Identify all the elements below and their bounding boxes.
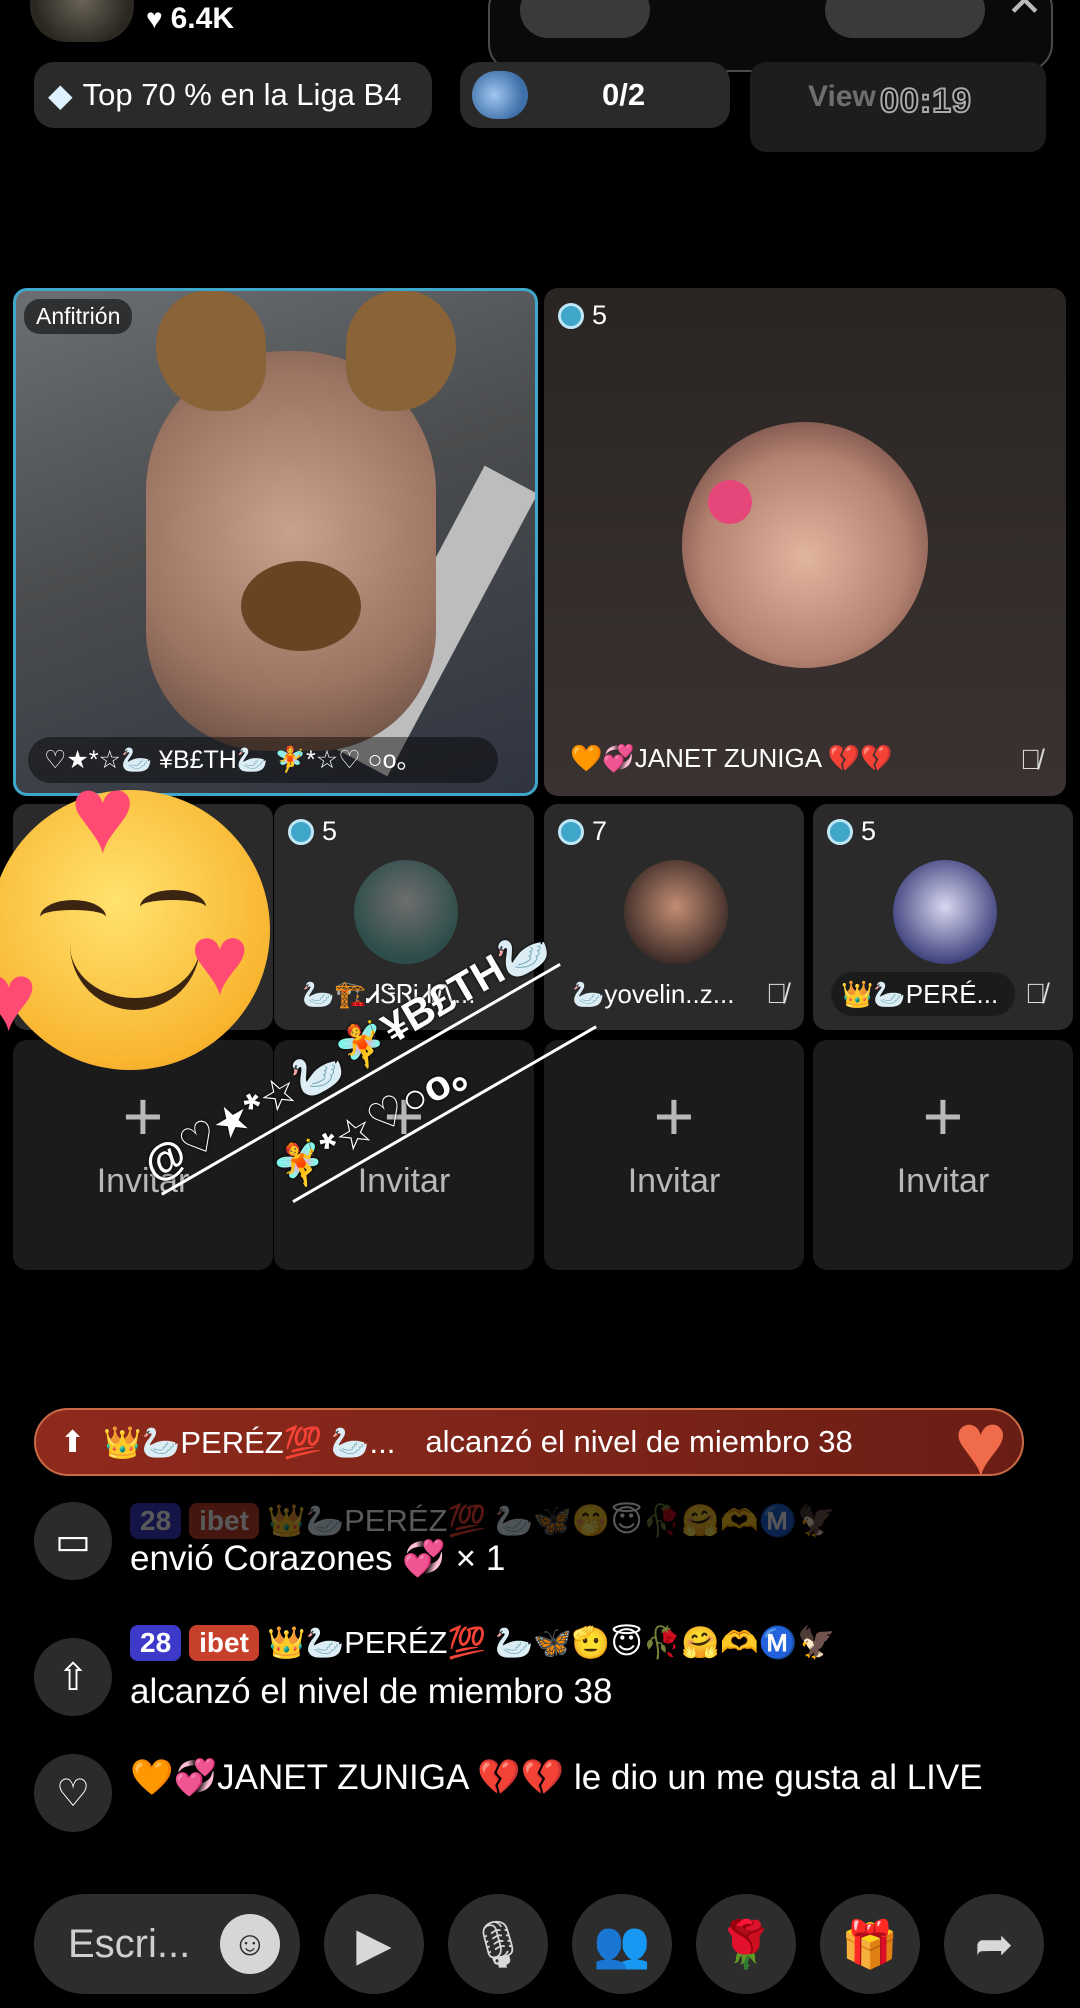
pause-pill-button[interactable]	[825, 0, 985, 38]
diamond-icon: ◆	[48, 77, 73, 113]
gem-icon	[827, 818, 853, 845]
flower-icon	[708, 480, 752, 524]
camera-off-button[interactable]: ▶︎	[324, 1894, 424, 1994]
level-up-arrow-icon: ⇧	[34, 1638, 112, 1716]
mic-off-icon: 🎙	[468, 1917, 528, 1970]
guest-name-label: 🧡💞JANET ZUNIGA 💔💔	[570, 743, 893, 773]
share-button[interactable]: ➦	[944, 1894, 1044, 1994]
league-rank-pill[interactable]: ◆ Top 70 % en la Liga B4	[34, 62, 432, 128]
invite-label: Invitar	[627, 1162, 721, 1200]
invite-slot-4[interactable]: + Invitar	[813, 1040, 1073, 1270]
chat-username[interactable]: 👑🦢PERÉZ💯 🦢🦋🤭😇🥀🤗🫶Ⓜ️🦅	[267, 1502, 836, 1539]
quest-count: 0/2	[602, 77, 646, 112]
edit-pill-button[interactable]	[520, 0, 650, 38]
rose-gift-button[interactable]: 🌹	[696, 1894, 796, 1994]
guest-avatar	[624, 860, 728, 964]
viewers-label: View	[808, 80, 876, 113]
dog-nose	[241, 561, 361, 651]
guest-name-label: 👑🦢PERÉ...	[831, 972, 1015, 1016]
invite-label: Invitar	[896, 1162, 990, 1200]
comment-input[interactable]: Escri... ☺	[34, 1894, 300, 1994]
guest-count-badge: 7	[558, 816, 607, 847]
guest-count: 5	[861, 816, 877, 846]
heart-icon: ♥	[0, 944, 37, 1051]
heart-gem-icon: ♥	[954, 1395, 1008, 1495]
heart-outline-icon: ♡	[34, 1754, 112, 1832]
chat-text: envió Corazones 💞 × 1	[130, 1539, 506, 1578]
guest-avatar	[354, 860, 458, 964]
likes-counter: ♥ 6.4K	[146, 2, 234, 36]
level-badge: 28	[130, 1624, 182, 1661]
gem-icon	[288, 818, 314, 845]
guest-count: 7	[592, 816, 608, 846]
dog-ear-right	[346, 291, 456, 411]
heart-icon: ♥	[146, 3, 163, 34]
host-video-tile[interactable]: Anfitrión ♡★*☆🦢 ¥B£TH🦢 🧚*☆♡ ○o。	[13, 288, 538, 796]
guest-tile-main[interactable]: 5 🧡💞JANET ZUNIGA 💔💔 🎙̸	[544, 288, 1066, 796]
guest-count-badge: 5	[558, 300, 607, 331]
guest-count: 5	[322, 816, 338, 846]
quest-pill[interactable]: 0/2	[460, 62, 730, 128]
comment-placeholder: Escri...	[68, 1921, 191, 1966]
mic-muted-icon: 🎙̸	[766, 978, 787, 1009]
host-badge: Anfitrión	[24, 299, 133, 334]
chat-text: alcanzó el nivel de miembro 38	[130, 1672, 613, 1711]
guest-tile-4[interactable]: 5 👑🦢PERÉ... 🎙̸	[813, 804, 1073, 1030]
emoji-icon[interactable]: ☺	[220, 1914, 280, 1974]
rose-icon: 🌹	[717, 1917, 775, 1970]
guest-name-label: 🦢yovelin..z...	[572, 979, 735, 1009]
share-arrow-icon: ➦	[974, 1918, 1014, 1970]
level-up-arrow-icon: ⬆	[60, 1425, 86, 1459]
heart-icon: ♥	[190, 904, 250, 1016]
live-timer: 00:19	[879, 81, 972, 121]
invite-slot-3[interactable]: + Invitar	[544, 1040, 804, 1270]
people-icon: 👥	[593, 1917, 651, 1970]
guest-count: 5	[592, 300, 608, 330]
gift-button[interactable]: 🎁	[820, 1894, 920, 1994]
mic-muted-icon: 🎙̸	[1020, 744, 1041, 775]
fan-badge: ibet	[189, 1502, 259, 1539]
fan-badge: ibet	[189, 1624, 259, 1661]
guest-avatar	[682, 422, 928, 668]
emoji-eye-left	[40, 900, 106, 934]
gem-icon	[558, 818, 584, 845]
smiling-hearts-emoji-sticker[interactable]: ♥ ♥ ♥	[0, 760, 290, 1070]
host-avatar[interactable]	[30, 0, 134, 42]
dog-ear-left	[156, 291, 266, 411]
banner-text: alcanzó el nivel de miembro 38	[425, 1424, 853, 1459]
guest-count-badge: 5	[827, 816, 876, 847]
mic-muted-icon: 🎙̸	[1025, 978, 1046, 1009]
level-badge: 28	[130, 1502, 182, 1539]
viewers-panel[interactable]: View 00:19	[750, 62, 1046, 152]
plus-icon: +	[922, 1077, 964, 1155]
league-text: Top 70 % en la Liga B4	[82, 77, 402, 112]
guest-count-badge: 5	[288, 816, 337, 847]
banner-user: 👑🦢PERÉZ💯 🦢...	[103, 1424, 396, 1460]
chat-text: 🧡💞JANET ZUNIGA 💔💔 le dio un me gusta al …	[130, 1758, 983, 1797]
likes-count: 6.4K	[170, 2, 234, 35]
host-face	[146, 351, 436, 751]
level-up-banner: ⬆ 👑🦢PERÉZ💯 🦢... alcanzó el nivel de miem…	[34, 1400, 1024, 1490]
mic-off-button[interactable]: 🎙	[448, 1894, 548, 1994]
heart-icon: ♥	[70, 753, 136, 876]
camera-off-icon: ▶︎	[356, 1918, 392, 1970]
gift-box-icon: ▭	[34, 1502, 112, 1580]
gem-icon	[558, 302, 584, 329]
close-icon[interactable]: ✕	[1006, 0, 1043, 27]
guest-avatar	[893, 860, 997, 964]
gift-icon: 🎁	[841, 1917, 899, 1970]
guest-tile-3[interactable]: 7 🦢yovelin..z... 🎙̸	[544, 804, 804, 1030]
chat-username[interactable]: 👑🦢PERÉZ💯 🦢🦋🫡😇🥀🤗🫶Ⓜ️🦅	[267, 1624, 836, 1661]
plus-icon: +	[653, 1077, 695, 1155]
manage-guests-button[interactable]: 👥	[572, 1894, 672, 1994]
bird-icon	[472, 71, 528, 119]
